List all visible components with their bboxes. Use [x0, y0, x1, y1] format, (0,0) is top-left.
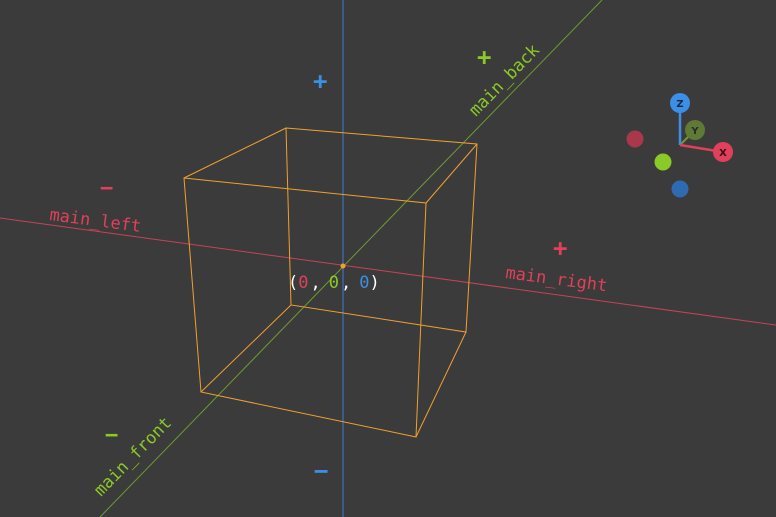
- x-axis-negative-label: main_left: [48, 205, 142, 237]
- origin-point[interactable]: [340, 263, 346, 269]
- x-axis-minus-sign: −: [100, 176, 113, 201]
- y-axis-minus-sign: −: [105, 423, 118, 448]
- origin-y-value: 0: [329, 273, 339, 293]
- 3d-viewport[interactable]: (0, 0, 0) − main_left + main_right + main_…: [0, 0, 776, 517]
- origin-open-paren: (: [288, 273, 298, 293]
- box-edge: [415, 331, 467, 438]
- gizmo-z-label: Z: [676, 99, 683, 110]
- origin-coordinates: (0, 0, 0): [288, 273, 380, 293]
- gizmo-neg-y-dot[interactable]: [654, 153, 672, 171]
- gizmo-y-label: Y: [690, 126, 699, 137]
- z-axis-plus-sign: +: [313, 67, 327, 95]
- z-axis-minus-sign: −: [314, 457, 328, 485]
- gizmo-neg-x-dot[interactable]: [626, 130, 644, 148]
- x-axis-plus-sign: +: [553, 234, 567, 262]
- origin-close-paren: ): [370, 273, 380, 293]
- gizmo-neg-z-dot[interactable]: [671, 180, 689, 198]
- x-axis-line: [0, 217, 776, 326]
- y-axis-plus-sign: +: [477, 43, 491, 71]
- origin-z-value: 0: [359, 273, 369, 293]
- origin-separator: ,: [311, 273, 321, 293]
- box-edge: [183, 127, 287, 179]
- y-axis-negative-label: main_front: [90, 413, 176, 500]
- origin-x-value: 0: [298, 273, 308, 293]
- scene-canvas[interactable]: (0, 0, 0) − main_left + main_right + main_…: [0, 0, 776, 517]
- y-axis-line: [99, 0, 603, 517]
- box-edge: [200, 304, 292, 393]
- orientation-gizmo[interactable]: Y Z X: [626, 93, 734, 198]
- gizmo-x-label: X: [719, 148, 727, 159]
- origin-separator: ,: [341, 273, 351, 293]
- x-axis-positive-label: main_right: [504, 263, 608, 296]
